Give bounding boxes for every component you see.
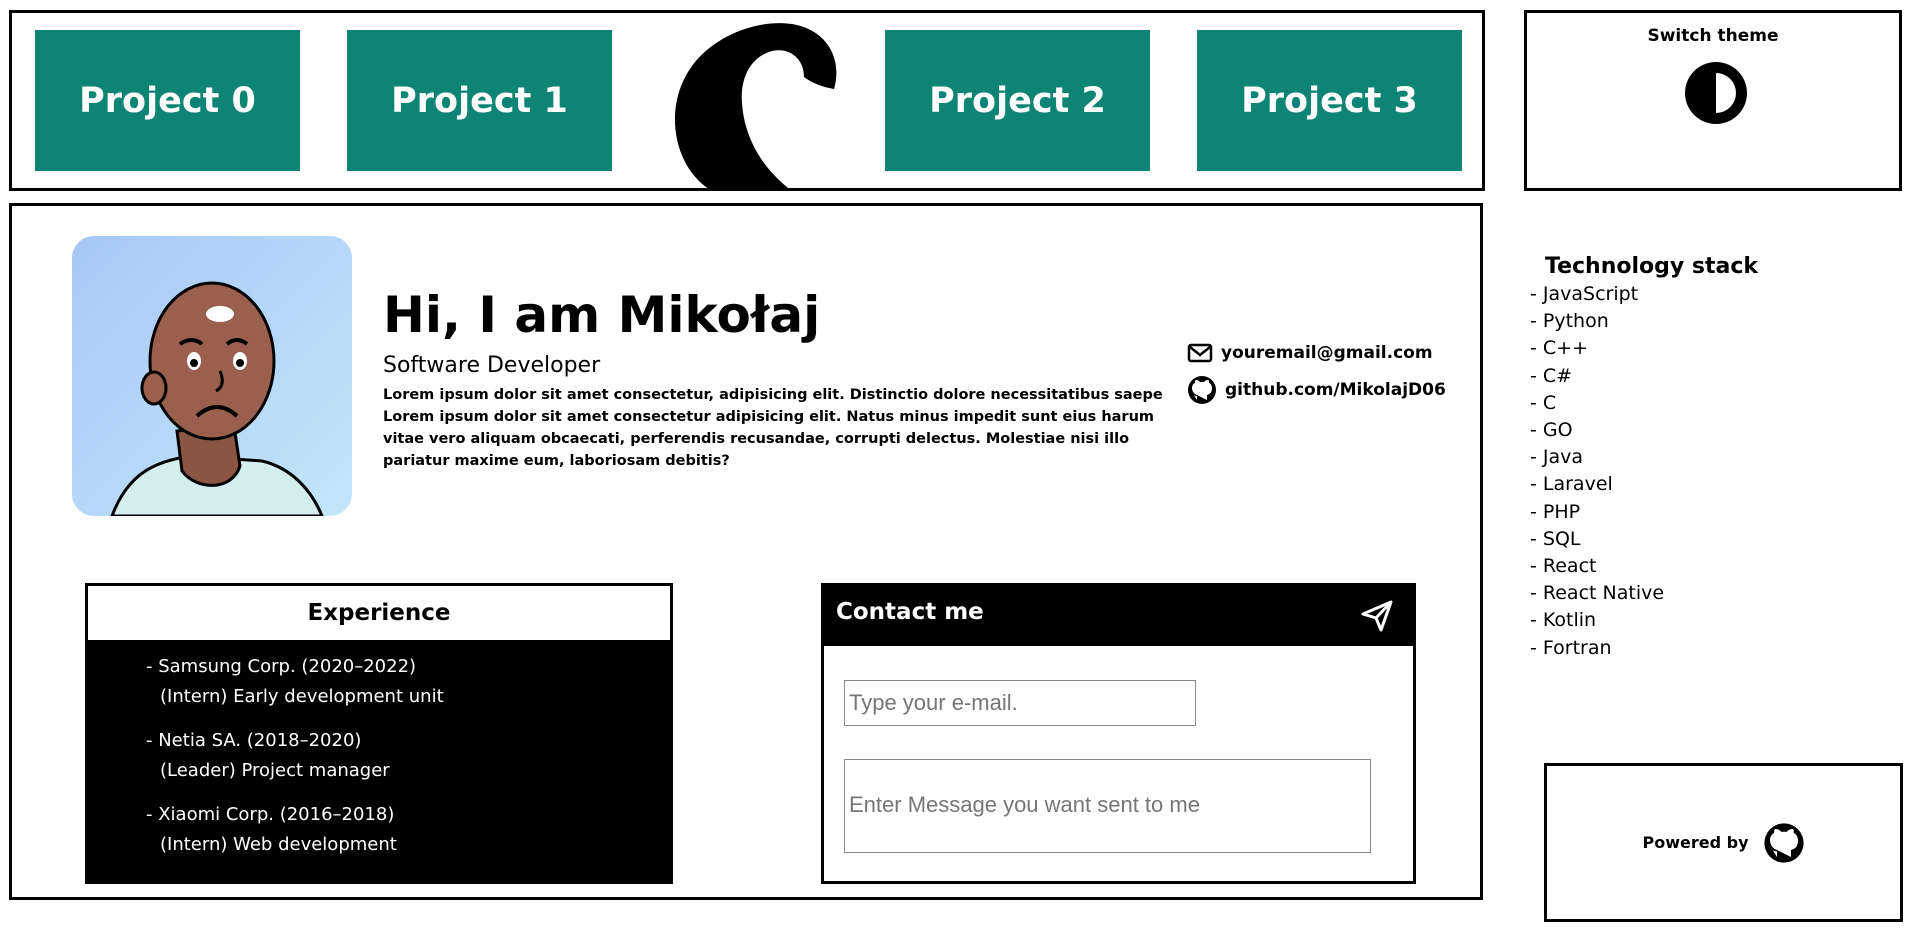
github-link[interactable]: github.com/MikolajD06 bbox=[1187, 375, 1446, 405]
avatar bbox=[72, 236, 352, 516]
powered-by-panel: Powered by bbox=[1544, 763, 1903, 922]
experience-card: Experience - Samsung Corp. (2020–2022) (… bbox=[85, 583, 673, 884]
tech-stack: Technology stack - JavaScript - Python -… bbox=[1530, 254, 1890, 662]
list-item: - PHP bbox=[1530, 500, 1581, 523]
page-title: Hi, I am Mikołaj bbox=[383, 286, 821, 344]
project-2-button[interactable]: Project 2 bbox=[885, 30, 1150, 171]
list-item: - Python bbox=[1530, 310, 1609, 333]
list-item: - Kotlin bbox=[1530, 609, 1597, 632]
email-field[interactable] bbox=[844, 680, 1196, 726]
github-icon bbox=[1188, 376, 1216, 404]
bio-line-2: Lorem ipsum dolor sit amet consectetur a… bbox=[383, 409, 1155, 469]
experience-role: (Intern) Early development unit bbox=[160, 686, 444, 707]
project-3-button[interactable]: Project 3 bbox=[1197, 30, 1462, 171]
project-1-button[interactable]: Project 1 bbox=[347, 30, 612, 171]
powered-by-label: Powered by bbox=[1642, 833, 1749, 852]
list-item: - Java bbox=[1530, 446, 1584, 469]
list-item: - C bbox=[1530, 391, 1557, 414]
message-field[interactable] bbox=[844, 759, 1371, 853]
header-nav: Project 0 Project 1 Project 2 Project 3 bbox=[9, 10, 1485, 191]
theme-switch-title: Switch theme bbox=[1647, 26, 1779, 46]
experience-company: - Samsung Corp. (2020–2022) bbox=[146, 656, 417, 677]
contact-form: Contact me bbox=[821, 583, 1416, 884]
experience-list: - Samsung Corp. (2020–2022) (Intern) Ear… bbox=[88, 640, 670, 860]
experience-role: (Leader) Project manager bbox=[160, 760, 390, 781]
list-item: - Xiaomi Corp. (2016–2018) (Intern) Web … bbox=[146, 800, 670, 860]
tech-stack-list: - JavaScript - Python - C++ - C# - C - G… bbox=[1530, 281, 1890, 662]
send-icon[interactable] bbox=[1359, 598, 1395, 634]
list-item: - JavaScript bbox=[1530, 283, 1639, 305]
github-icon[interactable] bbox=[1763, 822, 1805, 864]
email-text[interactable]: youremail@gmail.com bbox=[1221, 343, 1433, 363]
experience-company: - Xiaomi Corp. (2016–2018) bbox=[146, 804, 395, 825]
list-item: - Samsung Corp. (2020–2022) (Intern) Ear… bbox=[146, 652, 670, 712]
tech-stack-title: Technology stack bbox=[1545, 254, 1759, 279]
bio-line-1: Lorem ipsum dolor sit amet consectetur, … bbox=[383, 387, 1163, 403]
list-item: - C# bbox=[1530, 364, 1573, 387]
list-item: - SQL bbox=[1530, 527, 1581, 550]
bio-text: Lorem ipsum dolor sit amet consectetur, … bbox=[383, 384, 1173, 472]
experience-role: (Intern) Web development bbox=[160, 834, 397, 855]
tentacle-logo-icon bbox=[674, 23, 837, 191]
list-item: - Laravel bbox=[1530, 473, 1613, 496]
project-0-button[interactable]: Project 0 bbox=[35, 30, 300, 171]
email-link[interactable]: youremail@gmail.com bbox=[1187, 342, 1433, 364]
mail-icon bbox=[1187, 343, 1213, 363]
contact-title: Contact me bbox=[836, 599, 984, 625]
experience-company: - Netia SA. (2018–2020) bbox=[146, 730, 362, 751]
list-item: - React bbox=[1530, 555, 1597, 578]
main-card: Hi, I am Mikołaj Software Developer Lore… bbox=[9, 203, 1483, 900]
github-text[interactable]: github.com/MikolajD06 bbox=[1225, 380, 1446, 400]
contact-header: Contact me bbox=[824, 586, 1413, 646]
list-item: - React Native bbox=[1530, 582, 1665, 605]
list-item: - C++ bbox=[1530, 337, 1589, 360]
list-item: - Netia SA. (2018–2020) (Leader) Project… bbox=[146, 726, 670, 786]
job-title: Software Developer bbox=[383, 353, 601, 378]
list-item: - GO bbox=[1530, 419, 1573, 442]
contrast-toggle-icon[interactable] bbox=[1683, 60, 1749, 126]
list-item: - Fortran bbox=[1530, 636, 1612, 659]
theme-switch-panel: Switch theme bbox=[1524, 10, 1902, 191]
experience-title: Experience bbox=[88, 586, 670, 640]
